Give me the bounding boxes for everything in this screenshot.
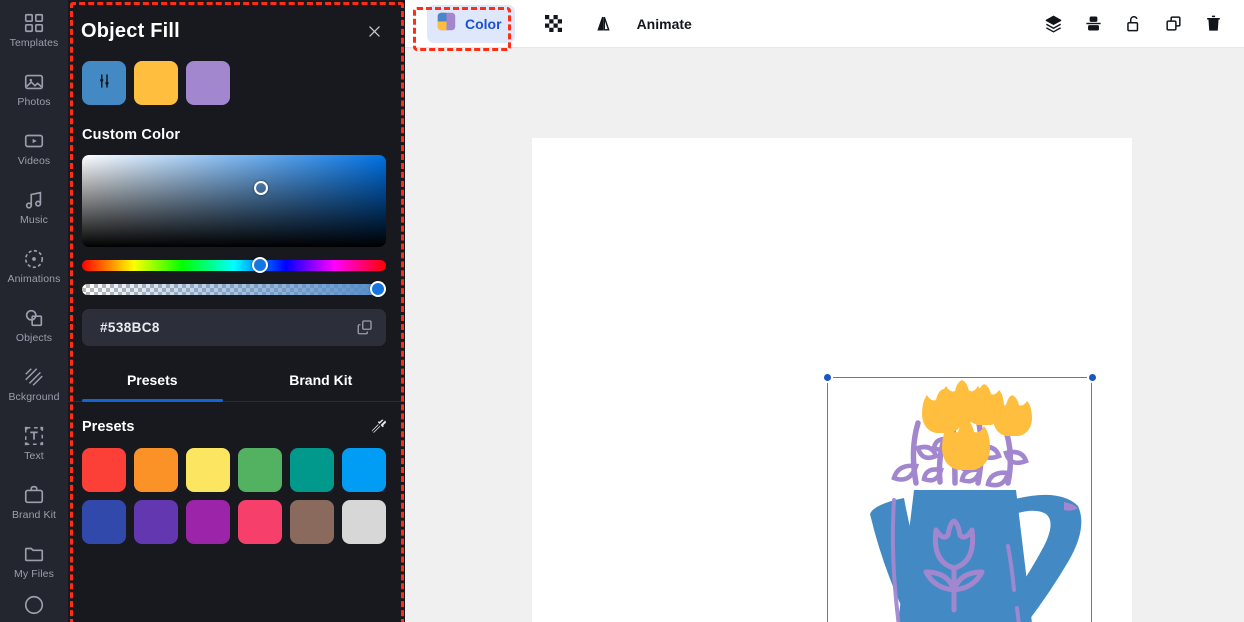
object-fill-panel: Object Fill Custom Color #538BC8 Presets…: [68, 0, 405, 622]
layers-icon[interactable]: [1036, 7, 1070, 41]
presets-section-header: Presets: [68, 402, 405, 435]
color-button-wrapper: Color: [413, 4, 515, 51]
sidebar-label: Videos: [17, 154, 51, 167]
tab-brand-kit[interactable]: Brand Kit: [237, 372, 406, 401]
sidebar-label: Bckground: [8, 390, 60, 403]
delete-icon[interactable]: [1196, 7, 1230, 41]
sidebar-item-more[interactable]: [0, 590, 68, 620]
preset-swatch[interactable]: [186, 448, 230, 492]
animations-icon: [22, 247, 46, 271]
selection-box[interactable]: [821, 371, 1098, 622]
align-icon[interactable]: [1076, 7, 1110, 41]
tab-presets[interactable]: Presets: [68, 372, 237, 402]
presets-title: Presets: [82, 418, 135, 435]
preset-swatch[interactable]: [186, 500, 230, 544]
background-icon: [22, 365, 46, 389]
music-icon: [22, 188, 46, 212]
top-toolbar: Color Animate: [405, 0, 1244, 51]
duplicate-icon[interactable]: [1156, 7, 1190, 41]
sidebar-item-brand-kit[interactable]: Brand Kit: [0, 472, 68, 531]
color-button[interactable]: Color: [427, 4, 515, 43]
design-canvas[interactable]: [532, 138, 1132, 622]
panel-header: Object Fill: [68, 0, 405, 43]
sidebar-item-videos[interactable]: Videos: [0, 118, 68, 177]
sliders-icon: [95, 72, 113, 95]
preset-swatch[interactable]: [290, 448, 334, 492]
sidebar-item-templates[interactable]: Templates: [0, 0, 68, 59]
swatch-current-sliders[interactable]: [82, 61, 126, 105]
sidebar-item-animations[interactable]: Animations: [0, 236, 68, 295]
copy-icon[interactable]: [356, 318, 374, 336]
sidebar-label: Objects: [15, 331, 53, 344]
alpha-slider[interactable]: [82, 281, 386, 297]
sidebar-label: Text: [24, 449, 44, 462]
animate-button[interactable]: Animate: [627, 16, 702, 32]
preset-swatch[interactable]: [82, 500, 126, 544]
hex-input[interactable]: #538BC8: [82, 309, 386, 346]
sidebar-item-objects[interactable]: Objects: [0, 295, 68, 354]
panel-tabs: Presets Brand Kit: [68, 372, 405, 402]
preset-swatch[interactable]: [134, 500, 178, 544]
videos-icon: [22, 129, 46, 153]
resize-handle-top-left[interactable]: [821, 371, 833, 383]
sidebar-label: Brand Kit: [11, 508, 57, 521]
preset-swatch[interactable]: [290, 500, 334, 544]
swatch-yellow[interactable]: [134, 61, 178, 105]
left-nav-rail: Templates Photos Videos Music Animations: [0, 0, 68, 622]
sidebar-item-background[interactable]: Bckground: [0, 354, 68, 413]
myfiles-icon: [22, 542, 46, 566]
resize-handle-top-right[interactable]: [1086, 371, 1098, 383]
sidebar-item-music[interactable]: Music: [0, 177, 68, 236]
color-button-label: Color: [465, 15, 502, 32]
flip-icon[interactable]: [587, 7, 621, 41]
preset-color-grid: [68, 435, 405, 544]
page-title: Object Fill: [81, 20, 180, 42]
preset-swatch[interactable]: [238, 448, 282, 492]
swatch-purple[interactable]: [186, 61, 230, 105]
templates-icon: [22, 11, 46, 35]
app-root: Templates Photos Videos Music Animations: [0, 0, 1244, 622]
sidebar-item-text[interactable]: Text: [0, 413, 68, 472]
watering-can-with-tulips-artwork[interactable]: [828, 378, 1093, 622]
checkerboard-icon[interactable]: [537, 7, 571, 41]
objects-icon: [22, 306, 46, 330]
hue-slider-knob[interactable]: [252, 257, 268, 273]
saturation-value-area[interactable]: [82, 155, 386, 247]
text-icon: [22, 424, 46, 448]
preset-swatch[interactable]: [134, 448, 178, 492]
unlock-icon[interactable]: [1116, 7, 1150, 41]
toolbar-right-actions: [1036, 7, 1244, 41]
close-icon[interactable]: [363, 21, 385, 43]
sidebar-item-my-files[interactable]: My Files: [0, 531, 68, 590]
recent-swatch-row: [68, 43, 405, 105]
custom-color-label: Custom Color: [82, 127, 181, 143]
sv-knob[interactable]: [254, 181, 268, 195]
sidebar-label: My Files: [14, 567, 54, 580]
sidebar-label: Photos: [17, 95, 51, 108]
photos-icon: [22, 70, 46, 94]
brandkit-icon: [22, 483, 46, 507]
alpha-slider-knob[interactable]: [370, 281, 386, 297]
preset-swatch[interactable]: [342, 448, 386, 492]
preset-swatch[interactable]: [238, 500, 282, 544]
help-icon: [22, 593, 46, 617]
eyedropper-icon[interactable]: [370, 418, 387, 435]
preset-swatch[interactable]: [82, 448, 126, 492]
preset-swatch[interactable]: [342, 500, 386, 544]
sidebar-label: Music: [20, 213, 48, 226]
hue-slider[interactable]: [82, 257, 386, 273]
color-swatch-icon: [436, 11, 457, 37]
sidebar-label: Animations: [7, 272, 61, 285]
workspace[interactable]: [405, 48, 1244, 622]
sidebar-item-photos[interactable]: Photos: [0, 59, 68, 118]
hex-value: #538BC8: [100, 320, 160, 335]
sidebar-label: Templates: [9, 36, 59, 49]
